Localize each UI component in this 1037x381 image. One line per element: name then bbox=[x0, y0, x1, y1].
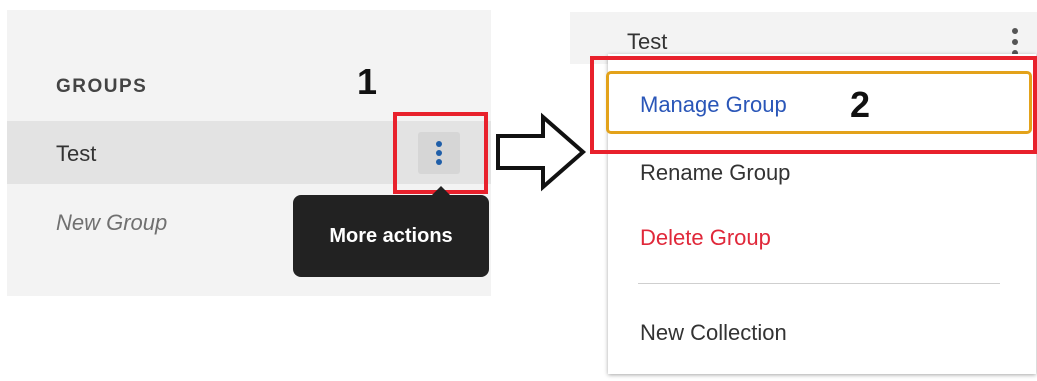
menu-item-rename-group[interactable]: Rename Group bbox=[640, 160, 790, 186]
new-group-link[interactable]: New Group bbox=[56, 210, 167, 236]
menu-divider bbox=[638, 283, 1000, 284]
right-arrow-icon bbox=[496, 112, 587, 192]
step-number-1: 1 bbox=[357, 61, 378, 102]
more-actions-tooltip: More actions bbox=[293, 195, 489, 277]
step-number-2: 2 bbox=[850, 84, 871, 125]
menu-item-delete-group[interactable]: Delete Group bbox=[640, 225, 771, 251]
group-row-label: Test bbox=[56, 141, 97, 166]
menu-item-new-collection[interactable]: New Collection bbox=[640, 320, 787, 346]
groups-section-label: GROUPS bbox=[56, 76, 148, 97]
menu-item-manage-group[interactable]: Manage Group bbox=[640, 92, 787, 118]
highlight-box-1 bbox=[393, 112, 488, 194]
group-header-label: Test bbox=[627, 29, 668, 54]
